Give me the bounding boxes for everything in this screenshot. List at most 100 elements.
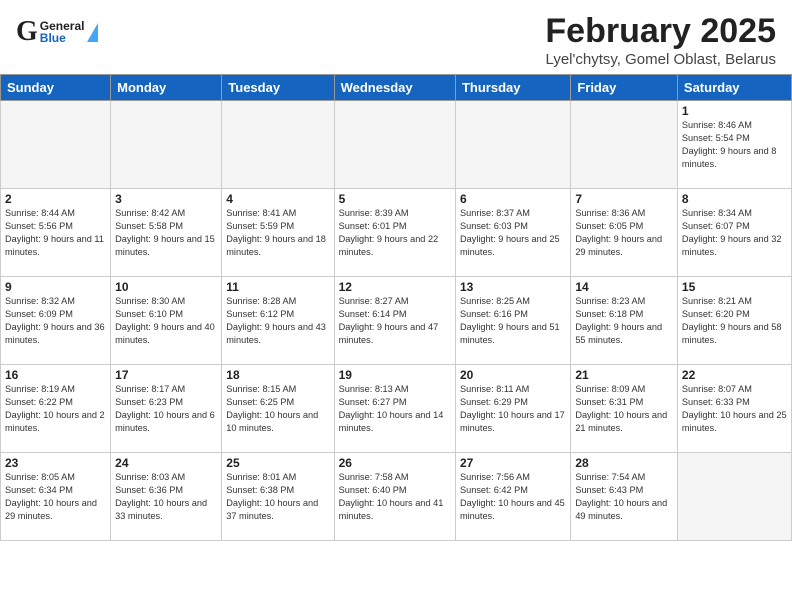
day-number: 9 (5, 280, 106, 294)
calendar-empty (111, 101, 222, 189)
calendar-day: 7Sunrise: 8:36 AM Sunset: 6:05 PM Daylig… (571, 189, 678, 277)
calendar-day: 20Sunrise: 8:11 AM Sunset: 6:29 PM Dayli… (455, 365, 570, 453)
day-info: Sunrise: 8:28 AM Sunset: 6:12 PM Dayligh… (226, 295, 329, 347)
day-info: Sunrise: 8:44 AM Sunset: 5:56 PM Dayligh… (5, 207, 106, 259)
day-number: 18 (226, 368, 329, 382)
day-number: 8 (682, 192, 787, 206)
day-info: Sunrise: 8:27 AM Sunset: 6:14 PM Dayligh… (339, 295, 451, 347)
day-info: Sunrise: 8:25 AM Sunset: 6:16 PM Dayligh… (460, 295, 566, 347)
day-info: Sunrise: 7:58 AM Sunset: 6:40 PM Dayligh… (339, 471, 451, 523)
day-number: 26 (339, 456, 451, 470)
day-info: Sunrise: 8:30 AM Sunset: 6:10 PM Dayligh… (115, 295, 217, 347)
calendar-week-row: 9Sunrise: 8:32 AM Sunset: 6:09 PM Daylig… (1, 277, 792, 365)
day-number: 17 (115, 368, 217, 382)
calendar-day: 5Sunrise: 8:39 AM Sunset: 6:01 PM Daylig… (334, 189, 455, 277)
calendar-day: 26Sunrise: 7:58 AM Sunset: 6:40 PM Dayli… (334, 453, 455, 541)
day-info: Sunrise: 8:17 AM Sunset: 6:23 PM Dayligh… (115, 383, 217, 435)
calendar-empty (571, 101, 678, 189)
calendar-week-row: 2Sunrise: 8:44 AM Sunset: 5:56 PM Daylig… (1, 189, 792, 277)
weekday-header: Wednesday (334, 75, 455, 101)
day-info: Sunrise: 8:32 AM Sunset: 6:09 PM Dayligh… (5, 295, 106, 347)
day-number: 6 (460, 192, 566, 206)
calendar-day: 4Sunrise: 8:41 AM Sunset: 5:59 PM Daylig… (222, 189, 334, 277)
day-number: 7 (575, 192, 673, 206)
day-number: 21 (575, 368, 673, 382)
calendar-day: 1Sunrise: 8:46 AM Sunset: 5:54 PM Daylig… (677, 101, 791, 189)
calendar-week-row: 1Sunrise: 8:46 AM Sunset: 5:54 PM Daylig… (1, 101, 792, 189)
weekday-header: Sunday (1, 75, 111, 101)
calendar-empty (677, 453, 791, 541)
logo: G General Blue (16, 12, 98, 48)
day-number: 3 (115, 192, 217, 206)
calendar-day: 22Sunrise: 8:07 AM Sunset: 6:33 PM Dayli… (677, 365, 791, 453)
day-info: Sunrise: 8:36 AM Sunset: 6:05 PM Dayligh… (575, 207, 673, 259)
day-info: Sunrise: 7:56 AM Sunset: 6:42 PM Dayligh… (460, 471, 566, 523)
day-number: 27 (460, 456, 566, 470)
calendar-day: 10Sunrise: 8:30 AM Sunset: 6:10 PM Dayli… (111, 277, 222, 365)
day-number: 19 (339, 368, 451, 382)
day-number: 14 (575, 280, 673, 294)
day-info: Sunrise: 8:39 AM Sunset: 6:01 PM Dayligh… (339, 207, 451, 259)
calendar-day: 2Sunrise: 8:44 AM Sunset: 5:56 PM Daylig… (1, 189, 111, 277)
calendar-day: 13Sunrise: 8:25 AM Sunset: 6:16 PM Dayli… (455, 277, 570, 365)
day-number: 23 (5, 456, 106, 470)
calendar-day: 21Sunrise: 8:09 AM Sunset: 6:31 PM Dayli… (571, 365, 678, 453)
calendar-day: 27Sunrise: 7:56 AM Sunset: 6:42 PM Dayli… (455, 453, 570, 541)
day-number: 22 (682, 368, 787, 382)
calendar-day: 11Sunrise: 8:28 AM Sunset: 6:12 PM Dayli… (222, 277, 334, 365)
day-info: Sunrise: 8:13 AM Sunset: 6:27 PM Dayligh… (339, 383, 451, 435)
day-info: Sunrise: 8:03 AM Sunset: 6:36 PM Dayligh… (115, 471, 217, 523)
calendar-day: 14Sunrise: 8:23 AM Sunset: 6:18 PM Dayli… (571, 277, 678, 365)
day-info: Sunrise: 7:54 AM Sunset: 6:43 PM Dayligh… (575, 471, 673, 523)
calendar-header-row: SundayMondayTuesdayWednesdayThursdayFrid… (1, 75, 792, 101)
weekday-header: Monday (111, 75, 222, 101)
day-number: 11 (226, 280, 329, 294)
day-info: Sunrise: 8:15 AM Sunset: 6:25 PM Dayligh… (226, 383, 329, 435)
title-block: February 2025 Lyel'chytsy, Gomel Oblast,… (545, 12, 776, 68)
calendar-day: 19Sunrise: 8:13 AM Sunset: 6:27 PM Dayli… (334, 365, 455, 453)
weekday-header: Friday (571, 75, 678, 101)
calendar-empty (1, 101, 111, 189)
weekday-header: Tuesday (222, 75, 334, 101)
day-number: 28 (575, 456, 673, 470)
calendar-day: 12Sunrise: 8:27 AM Sunset: 6:14 PM Dayli… (334, 277, 455, 365)
day-info: Sunrise: 8:42 AM Sunset: 5:58 PM Dayligh… (115, 207, 217, 259)
calendar-day: 16Sunrise: 8:19 AM Sunset: 6:22 PM Dayli… (1, 365, 111, 453)
weekday-header: Thursday (455, 75, 570, 101)
calendar-subtitle: Lyel'chytsy, Gomel Oblast, Belarus (545, 51, 776, 68)
calendar-title: February 2025 (545, 12, 776, 51)
day-number: 2 (5, 192, 106, 206)
calendar-day: 3Sunrise: 8:42 AM Sunset: 5:58 PM Daylig… (111, 189, 222, 277)
day-info: Sunrise: 8:19 AM Sunset: 6:22 PM Dayligh… (5, 383, 106, 435)
logo-blue: Blue (40, 32, 85, 44)
logo-g-letter: G (16, 16, 38, 48)
calendar-day: 23Sunrise: 8:05 AM Sunset: 6:34 PM Dayli… (1, 453, 111, 541)
weekday-header: Saturday (677, 75, 791, 101)
calendar-week-row: 23Sunrise: 8:05 AM Sunset: 6:34 PM Dayli… (1, 453, 792, 541)
calendar-week-row: 16Sunrise: 8:19 AM Sunset: 6:22 PM Dayli… (1, 365, 792, 453)
calendar-day: 18Sunrise: 8:15 AM Sunset: 6:25 PM Dayli… (222, 365, 334, 453)
day-number: 4 (226, 192, 329, 206)
calendar-day: 6Sunrise: 8:37 AM Sunset: 6:03 PM Daylig… (455, 189, 570, 277)
calendar-empty (334, 101, 455, 189)
day-number: 16 (5, 368, 106, 382)
calendar-table: SundayMondayTuesdayWednesdayThursdayFrid… (0, 74, 792, 541)
day-number: 15 (682, 280, 787, 294)
day-number: 24 (115, 456, 217, 470)
logo-arrow-icon (87, 23, 98, 42)
day-info: Sunrise: 8:05 AM Sunset: 6:34 PM Dayligh… (5, 471, 106, 523)
calendar-day: 25Sunrise: 8:01 AM Sunset: 6:38 PM Dayli… (222, 453, 334, 541)
day-info: Sunrise: 8:37 AM Sunset: 6:03 PM Dayligh… (460, 207, 566, 259)
day-number: 25 (226, 456, 329, 470)
day-number: 12 (339, 280, 451, 294)
day-number: 13 (460, 280, 566, 294)
calendar-empty (222, 101, 334, 189)
day-info: Sunrise: 8:41 AM Sunset: 5:59 PM Dayligh… (226, 207, 329, 259)
calendar-day: 8Sunrise: 8:34 AM Sunset: 6:07 PM Daylig… (677, 189, 791, 277)
day-number: 20 (460, 368, 566, 382)
day-info: Sunrise: 8:07 AM Sunset: 6:33 PM Dayligh… (682, 383, 787, 435)
calendar-day: 28Sunrise: 7:54 AM Sunset: 6:43 PM Dayli… (571, 453, 678, 541)
day-info: Sunrise: 8:23 AM Sunset: 6:18 PM Dayligh… (575, 295, 673, 347)
day-number: 1 (682, 104, 787, 118)
day-info: Sunrise: 8:21 AM Sunset: 6:20 PM Dayligh… (682, 295, 787, 347)
